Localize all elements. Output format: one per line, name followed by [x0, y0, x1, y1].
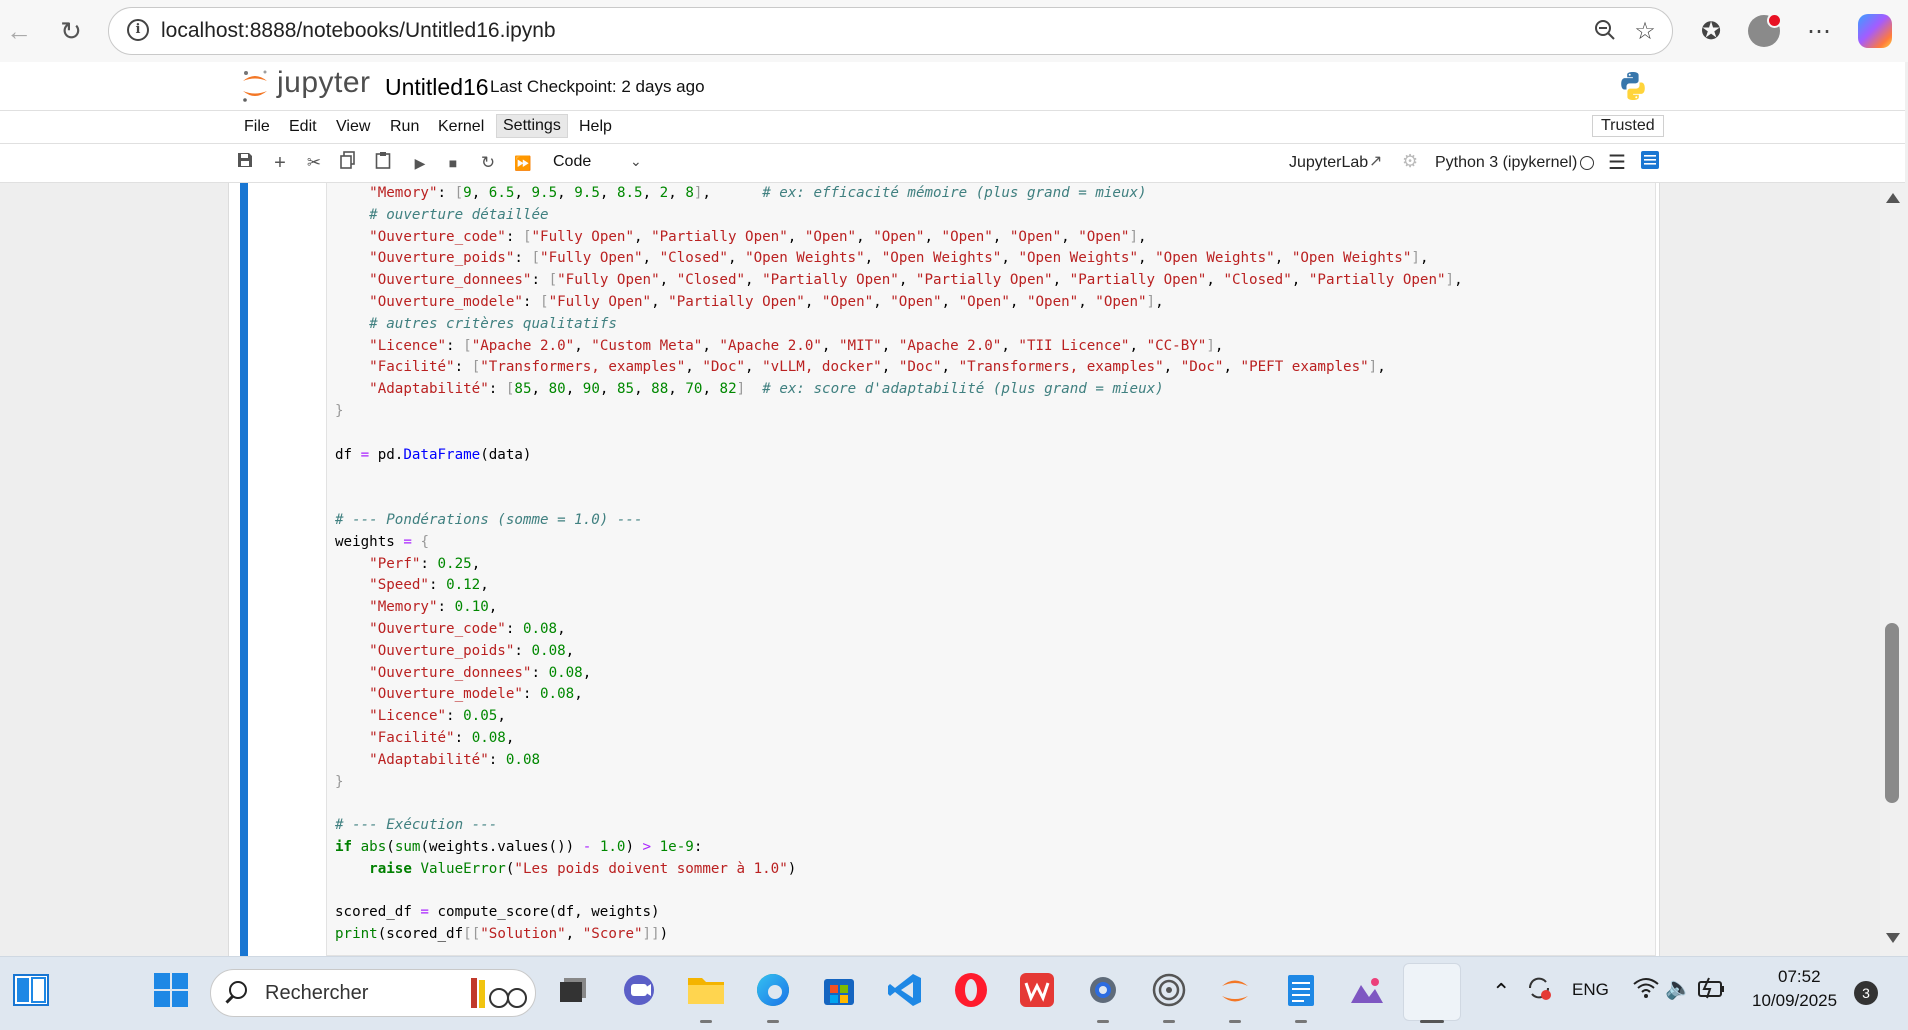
search-placeholder: Rechercher [265, 982, 369, 1004]
broadcast-app-icon[interactable] [1148, 969, 1190, 1011]
active-window-thumbnail[interactable] [1403, 963, 1461, 1021]
list-icon[interactable]: ☰ [1608, 150, 1626, 175]
more-options-icon[interactable]: ⋯ [1801, 14, 1837, 50]
volume-icon[interactable]: 🔈 [1665, 975, 1692, 1001]
zoom-icon[interactable] [1591, 18, 1619, 46]
external-link-icon[interactable]: ↗ [1369, 151, 1382, 171]
notepad-icon[interactable] [1280, 969, 1322, 1011]
stop-icon[interactable]: ■ [441, 151, 465, 175]
menu-bar: File Edit View Run Kernel Settings Help … [0, 111, 1905, 144]
save-icon[interactable] [233, 151, 257, 175]
site-info-icon[interactable]: i [127, 19, 149, 41]
kernel-name[interactable]: Python 3 (ipykernel) [1435, 154, 1577, 172]
search-highlight-icon [469, 976, 529, 1012]
kernel-status-icon [1580, 156, 1594, 170]
notebook-toolbar: + ✂ ▶ ■ ↻ ⏩ Code ⌄ JupyterLab ↗ ⚙ Python… [0, 144, 1905, 183]
refresh-icon[interactable]: ↻ [54, 14, 88, 48]
wps-office-icon[interactable] [1016, 969, 1058, 1011]
windows-start-icon[interactable] [150, 969, 192, 1011]
copilot-icon[interactable] [1858, 14, 1892, 48]
running-indicator [1163, 1020, 1175, 1023]
photos-app-icon[interactable] [1346, 969, 1388, 1011]
favorite-star-icon[interactable]: ☆ [1631, 18, 1659, 46]
battery-charging-icon[interactable] [1698, 977, 1726, 1004]
clock-date[interactable]: 10/09/2025 [1752, 991, 1837, 1011]
language-indicator[interactable]: ENG [1572, 980, 1609, 1000]
add-cell-icon[interactable]: + [268, 151, 292, 175]
vertical-scrollbar[interactable] [1880, 183, 1905, 956]
run-icon[interactable]: ▶ [408, 151, 432, 175]
fast-forward-icon[interactable]: ⏩ [511, 151, 535, 175]
active-cell-indicator [240, 183, 248, 956]
scroll-down-icon[interactable] [1886, 933, 1900, 943]
python-logo-icon [1621, 72, 1645, 100]
back-arrow-icon[interactable]: ← [2, 14, 36, 48]
jupyter-logo-icon[interactable] [240, 69, 270, 103]
last-checkpoint: Last Checkpoint: 2 days ago [490, 77, 705, 96]
running-indicator [767, 1020, 779, 1023]
active-running-indicator [1420, 1020, 1444, 1023]
menu-view[interactable]: View [330, 116, 376, 138]
menu-help[interactable]: Help [573, 116, 618, 138]
jupyter-header: jupyter Untitled16 Last Checkpoint: 2 da… [0, 62, 1905, 111]
microsoft-store-icon[interactable] [818, 969, 860, 1011]
task-view-icon[interactable] [552, 969, 594, 1011]
menu-settings[interactable]: Settings [496, 114, 568, 138]
chevron-up-icon[interactable]: ⌃ [1492, 979, 1510, 1005]
code-cell-editor[interactable]: "Memory": [9, 6.5, 9.5, 9.5, 8.5, 2, 8],… [326, 183, 1656, 956]
menu-file[interactable]: File [238, 116, 276, 138]
restart-icon[interactable]: ↻ [476, 151, 500, 175]
jupyter-app-icon[interactable] [1214, 969, 1256, 1011]
profile-alert-dot [1767, 13, 1782, 28]
gear-icon[interactable]: ⚙ [1402, 151, 1418, 172]
widgets-icon[interactable] [10, 969, 52, 1011]
opera-icon[interactable] [950, 969, 992, 1011]
file-explorer-icon[interactable] [685, 969, 727, 1011]
table-of-contents-icon[interactable] [1641, 151, 1659, 174]
notebook-area: "Memory": [9, 6.5, 9.5, 9.5, 8.5, 2, 8],… [0, 183, 1905, 956]
code-text[interactable]: "Memory": [9, 6.5, 9.5, 9.5, 8.5, 2, 8],… [335, 183, 1463, 946]
wifi-icon[interactable] [1633, 977, 1659, 1004]
favorites-list-icon[interactable]: ✪ [1693, 14, 1729, 50]
running-indicator [1097, 1020, 1109, 1023]
profile-avatar[interactable] [1748, 13, 1782, 47]
cut-icon[interactable]: ✂ [302, 151, 326, 175]
running-indicator [700, 1020, 712, 1023]
chevron-down-icon[interactable]: ⌄ [630, 153, 642, 170]
running-indicator [1229, 1020, 1241, 1023]
vscode-icon[interactable] [884, 969, 926, 1011]
notebook-title[interactable]: Untitled16 [385, 74, 489, 101]
sync-alert-icon[interactable] [1526, 975, 1552, 1006]
taskbar-search[interactable]: Rechercher [210, 969, 536, 1017]
jupyterlab-link[interactable]: JupyterLab [1289, 154, 1368, 172]
browser-toolbar: ← ↻ i localhost:8888/notebooks/Untitled1… [0, 0, 1908, 62]
copy-icon[interactable] [336, 151, 360, 175]
scroll-up-icon[interactable] [1886, 193, 1900, 203]
scrollbar-thumb[interactable] [1885, 623, 1899, 803]
settings-gear-icon[interactable] [1082, 969, 1124, 1011]
search-icon [229, 981, 247, 999]
teams-chat-icon[interactable] [618, 969, 660, 1011]
url-text[interactable]: localhost:8888/notebooks/Untitled16.ipyn… [161, 19, 556, 43]
trusted-indicator[interactable]: Trusted [1592, 115, 1664, 137]
edge-browser-icon[interactable] [752, 969, 794, 1011]
menu-run[interactable]: Run [384, 116, 425, 138]
running-indicator [1295, 1020, 1307, 1023]
jupyter-logo-text[interactable]: jupyter [277, 66, 371, 100]
menu-edit[interactable]: Edit [283, 116, 323, 138]
windows-taskbar: Rechercher ⌃ ENG 🔈 07:52 10/09/2025 3 [0, 956, 1908, 1030]
menu-kernel[interactable]: Kernel [432, 116, 490, 138]
address-bar[interactable]: i localhost:8888/notebooks/Untitled16.ip… [108, 7, 1673, 55]
paste-icon[interactable] [371, 151, 395, 175]
clock-time[interactable]: 07:52 [1778, 967, 1821, 987]
notification-badge[interactable]: 3 [1854, 981, 1878, 1005]
cell-type-select[interactable]: Code [553, 153, 591, 171]
